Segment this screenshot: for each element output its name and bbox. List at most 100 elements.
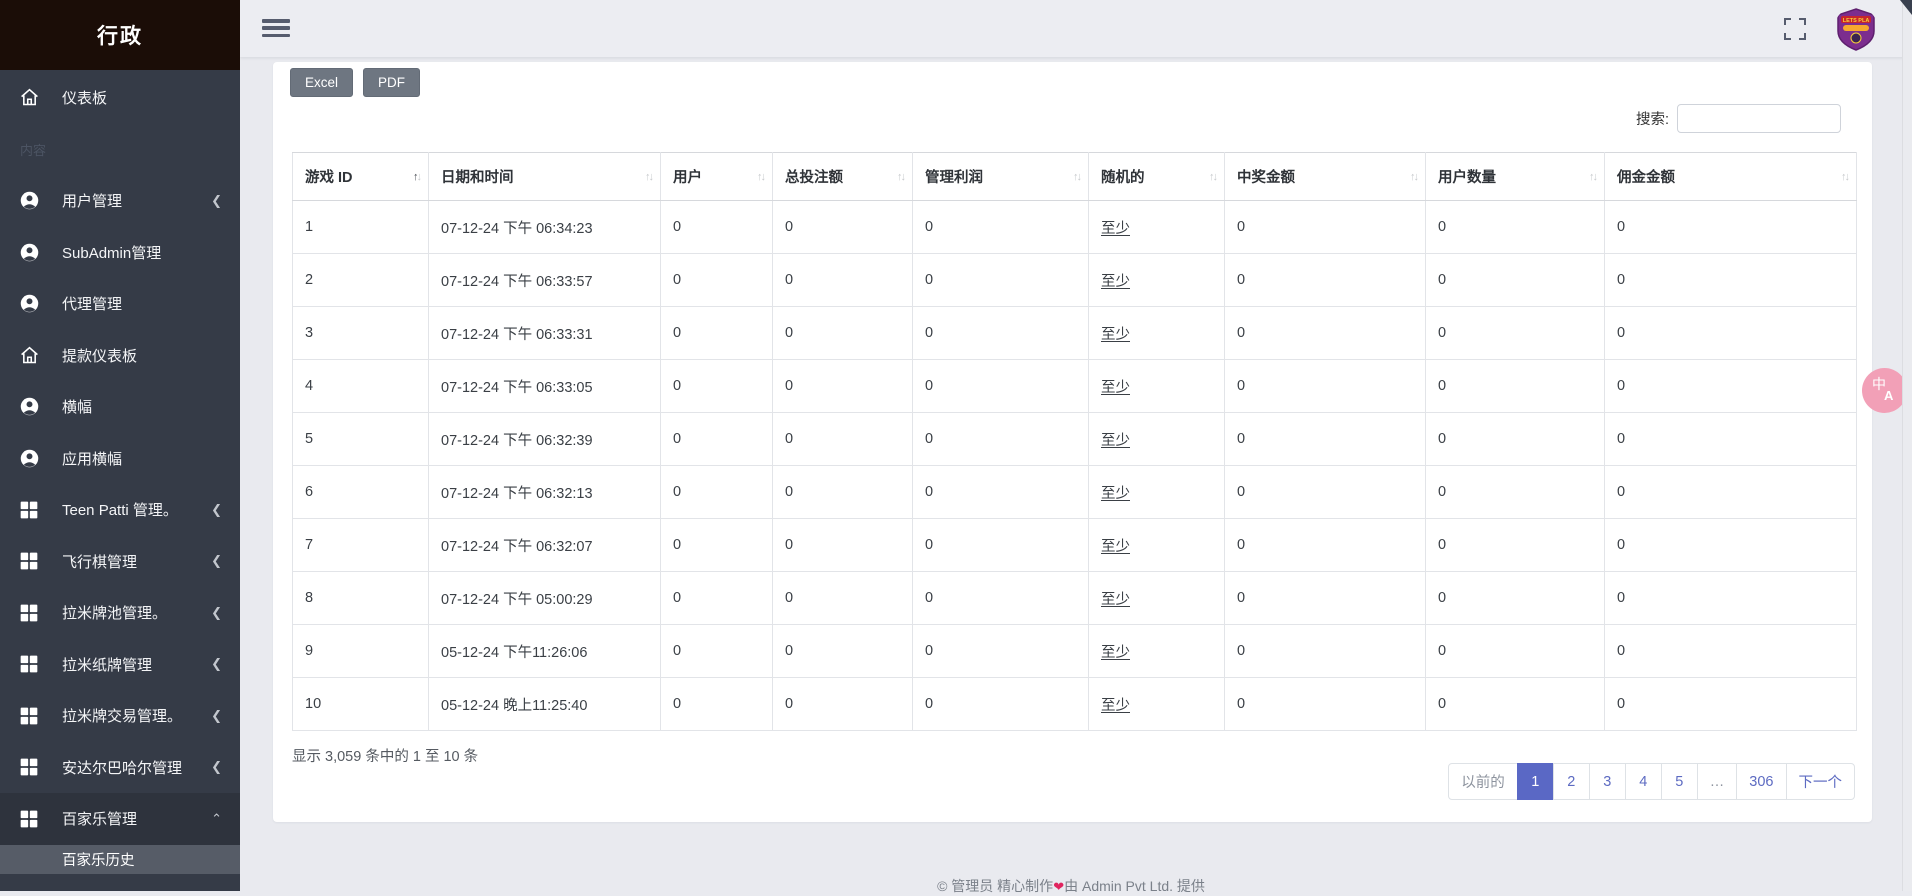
cell-datetime: 05-12-24 晚上11:25:40 [429,678,661,731]
sidebar-item-7[interactable]: 应用横幅 [0,433,240,485]
pagination-page-3[interactable]: 3 [1589,763,1626,800]
column-header-user_count[interactable]: 用户数量↑↓ [1426,153,1605,201]
scroll-top-arrow-icon [1900,0,1912,15]
pagination-page-1[interactable]: 1 [1517,763,1554,800]
search-label: 搜索: [1636,108,1669,129]
avatar[interactable]: LETS PLA [1834,7,1878,51]
translate-floating-button[interactable]: 中 A [1862,368,1907,413]
cell-user: 0 [661,254,773,307]
chevron-left-icon: ❮ [211,656,222,672]
cell-id: 1 [293,201,429,254]
topbar: LETS PLA [240,0,1912,57]
chevron-left-icon: ❮ [211,708,222,724]
pagination-previous[interactable]: 以前的 [1448,763,1518,800]
sidebar-item-3[interactable]: SubAdmin管理 [0,227,240,279]
pagination-page-5[interactable]: 5 [1661,763,1698,800]
pagination-page-2[interactable]: 2 [1553,763,1590,800]
cell-user: 0 [661,307,773,360]
column-header-random[interactable]: 随机的↑↓ [1089,153,1225,201]
column-header-total_bet[interactable]: 总投注额↑↓ [773,153,913,201]
sidebar-item-5[interactable]: 提款仪表板 [0,330,240,382]
cell-id: 10 [293,678,429,731]
sidebar-item-0[interactable]: 仪表板 [0,72,240,124]
sidebar-item-14[interactable]: 百家乐管理⌃ [0,793,240,845]
user-icon [18,396,40,418]
cell-id: 2 [293,254,429,307]
chevron-left-icon: ❮ [211,193,222,209]
sidebar-item-13[interactable]: 安达尔巴哈尔管理❮ [0,742,240,794]
hamburger-menu-icon[interactable] [262,17,290,39]
sidebar-item-2[interactable]: 用户管理 ❮ [0,175,240,227]
cell-commission: 0 [1605,519,1857,572]
cell-commission: 0 [1605,625,1857,678]
table-row: 507-12-24 下午 06:32:39000至少000 [293,413,1857,466]
lets-play-badge-icon: LETS PLA [1834,7,1878,51]
sidebar-item-label: 代理管理 [62,293,222,314]
cell-admin_profit: 0 [913,466,1089,519]
cell-win_amount: 0 [1225,625,1426,678]
sidebar-item-12[interactable]: 拉米牌交易管理。❮ [0,690,240,742]
cell-commission: 0 [1605,466,1857,519]
cell-random: 至少 [1089,678,1225,731]
cell-admin_profit: 0 [913,360,1089,413]
cell-id: 3 [293,307,429,360]
fullscreen-icon[interactable] [1784,18,1806,40]
sidebar-item-10[interactable]: 拉米牌池管理。❮ [0,587,240,639]
sidebar-item-8[interactable]: Teen Patti 管理。 ❮ [0,484,240,536]
cell-user: 0 [661,572,773,625]
sidebar-item-label: Teen Patti 管理。 [62,499,205,520]
sidebar-item-11[interactable]: 拉米纸牌管理❮ [0,639,240,691]
cell-total_bet: 0 [773,519,913,572]
cell-datetime: 07-12-24 下午 06:32:07 [429,519,661,572]
pagination-page-4[interactable]: 4 [1625,763,1662,800]
column-header-win_amount[interactable]: 中奖金额↑↓ [1225,153,1426,201]
cell-win_amount: 0 [1225,307,1426,360]
cell-id: 8 [293,572,429,625]
cell-user_count: 0 [1426,519,1605,572]
sidebar-item-9[interactable]: 飞行棋管理❮ [0,536,240,588]
cell-admin_profit: 0 [913,678,1089,731]
cell-win_amount: 0 [1225,201,1426,254]
cell-datetime: 07-12-24 下午 06:33:31 [429,307,661,360]
chevron-left-icon: ❮ [211,502,222,518]
chevron-left-icon: ❮ [211,605,222,621]
cell-admin_profit: 0 [913,254,1089,307]
column-header-id[interactable]: 游戏 ID↑↓ [293,153,429,201]
sidebar-item-6[interactable]: 横幅 [0,381,240,433]
pdf-export-button[interactable]: PDF [363,68,420,97]
cell-admin_profit: 0 [913,625,1089,678]
translate-en-glyph: A [1884,388,1893,403]
cell-user_count: 0 [1426,307,1605,360]
table-row: 807-12-24 下午 05:00:29000至少000 [293,572,1857,625]
cell-commission: 0 [1605,201,1857,254]
cell-win_amount: 0 [1225,413,1426,466]
sidebar-menu: 仪表板内容用户管理❮SubAdmin管理代理管理提款仪表板横幅应用横幅Teen … [0,70,240,874]
home-icon [18,87,40,109]
cell-total_bet: 0 [773,307,913,360]
sort-arrows-icon: ↑↓ [1841,171,1848,183]
svg-text:LETS PLA: LETS PLA [1843,18,1870,24]
table-summary: 显示 3,059 条中的 1 至 10 条 [292,745,478,766]
column-header-admin_profit[interactable]: 管理利润↑↓ [913,153,1089,201]
pagination-next[interactable]: 下一个 [1786,763,1856,800]
cell-id: 5 [293,413,429,466]
footer-text-left: © 管理员 精心制作 [937,878,1053,894]
column-header-datetime[interactable]: 日期和时间↑↓ [429,153,661,201]
search-input[interactable] [1677,104,1841,133]
pagination-page-306[interactable]: 306 [1736,763,1786,800]
sidebar-subitem-15[interactable]: 百家乐历史 [0,845,240,874]
history-table: 游戏 ID↑↓日期和时间↑↓用户↑↓总投注额↑↓管理利润↑↓随机的↑↓中奖金额↑… [292,152,1857,731]
table-row: 407-12-24 下午 06:33:05000至少000 [293,360,1857,413]
excel-export-button[interactable]: Excel [290,68,353,97]
sidebar-item-label: 百家乐管理 [62,808,205,829]
user-icon [18,190,40,212]
cell-datetime: 07-12-24 下午 05:00:29 [429,572,661,625]
sidebar-item-label: 飞行棋管理 [62,551,205,572]
column-header-commission[interactable]: 佣金金额↑↓ [1605,153,1857,201]
cell-user: 0 [661,466,773,519]
cell-commission: 0 [1605,254,1857,307]
sidebar-item-label: 用户管理 [62,190,205,211]
scrollbar[interactable] [1902,0,1912,891]
sidebar-item-4[interactable]: 代理管理 [0,278,240,330]
column-header-user[interactable]: 用户↑↓ [661,153,773,201]
